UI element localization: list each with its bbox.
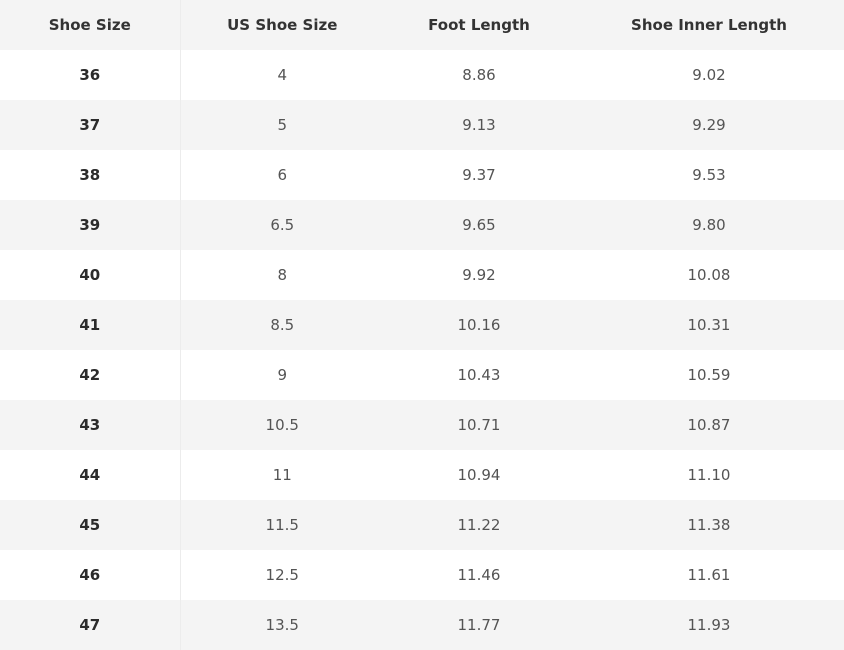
cell-us-shoe-size: 11 — [180, 450, 384, 500]
cell-shoe-size: 37 — [0, 100, 181, 150]
cell-foot-length: 11.46 — [384, 550, 574, 600]
header-us-shoe-size: US Shoe Size — [180, 0, 384, 50]
cell-foot-length: 11.77 — [384, 600, 574, 650]
table-row: 37 5 9.13 9.29 — [0, 100, 844, 150]
cell-foot-length: 9.13 — [384, 100, 574, 150]
cell-foot-length: 10.71 — [384, 400, 574, 450]
cell-foot-length: 10.43 — [384, 350, 574, 400]
table-row: 44 11 10.94 11.10 — [0, 450, 844, 500]
cell-foot-length: 11.22 — [384, 500, 574, 550]
cell-shoe-inner-length: 11.93 — [574, 600, 844, 650]
cell-shoe-inner-length: 9.29 — [574, 100, 844, 150]
cell-us-shoe-size: 8 — [180, 250, 384, 300]
table-row: 40 8 9.92 10.08 — [0, 250, 844, 300]
cell-us-shoe-size: 9 — [180, 350, 384, 400]
table-row: 36 4 8.86 9.02 — [0, 50, 844, 100]
cell-foot-length: 9.92 — [384, 250, 574, 300]
table-row: 45 11.5 11.22 11.38 — [0, 500, 844, 550]
cell-us-shoe-size: 6 — [180, 150, 384, 200]
cell-us-shoe-size: 6.5 — [180, 200, 384, 250]
cell-foot-length: 9.65 — [384, 200, 574, 250]
table-row: 46 12.5 11.46 11.61 — [0, 550, 844, 600]
cell-shoe-inner-length: 9.02 — [574, 50, 844, 100]
cell-shoe-inner-length: 10.31 — [574, 300, 844, 350]
cell-us-shoe-size: 13.5 — [180, 600, 384, 650]
cell-shoe-inner-length: 10.87 — [574, 400, 844, 450]
cell-shoe-size: 43 — [0, 400, 181, 450]
cell-shoe-size: 41 — [0, 300, 181, 350]
table-header-row: Shoe Size US Shoe Size Foot Length Shoe … — [0, 0, 844, 50]
cell-shoe-inner-length: 9.80 — [574, 200, 844, 250]
cell-us-shoe-size: 4 — [180, 50, 384, 100]
cell-shoe-size: 38 — [0, 150, 181, 200]
cell-shoe-size: 36 — [0, 50, 181, 100]
cell-shoe-inner-length: 10.08 — [574, 250, 844, 300]
cell-us-shoe-size: 5 — [180, 100, 384, 150]
cell-shoe-size: 40 — [0, 250, 181, 300]
table-row: 47 13.5 11.77 11.93 — [0, 600, 844, 650]
cell-us-shoe-size: 10.5 — [180, 400, 384, 450]
cell-shoe-size: 45 — [0, 500, 181, 550]
table-row: 38 6 9.37 9.53 — [0, 150, 844, 200]
cell-us-shoe-size: 11.5 — [180, 500, 384, 550]
cell-foot-length: 10.16 — [384, 300, 574, 350]
cell-shoe-inner-length: 11.61 — [574, 550, 844, 600]
header-shoe-size: Shoe Size — [0, 0, 181, 50]
cell-shoe-size: 46 — [0, 550, 181, 600]
header-foot-length: Foot Length — [384, 0, 574, 50]
cell-shoe-inner-length: 11.10 — [574, 450, 844, 500]
shoe-size-table: Shoe Size US Shoe Size Foot Length Shoe … — [0, 0, 844, 650]
cell-us-shoe-size: 12.5 — [180, 550, 384, 600]
cell-shoe-size: 44 — [0, 450, 181, 500]
cell-shoe-size: 39 — [0, 200, 181, 250]
table-row: 42 9 10.43 10.59 — [0, 350, 844, 400]
cell-shoe-size: 47 — [0, 600, 181, 650]
cell-foot-length: 9.37 — [384, 150, 574, 200]
cell-shoe-inner-length: 10.59 — [574, 350, 844, 400]
table-row: 41 8.5 10.16 10.31 — [0, 300, 844, 350]
cell-shoe-inner-length: 9.53 — [574, 150, 844, 200]
cell-foot-length: 8.86 — [384, 50, 574, 100]
header-shoe-inner-length: Shoe Inner Length — [574, 0, 844, 50]
table-row: 43 10.5 10.71 10.87 — [0, 400, 844, 450]
cell-shoe-size: 42 — [0, 350, 181, 400]
table-row: 39 6.5 9.65 9.80 — [0, 200, 844, 250]
cell-us-shoe-size: 8.5 — [180, 300, 384, 350]
cell-shoe-inner-length: 11.38 — [574, 500, 844, 550]
cell-foot-length: 10.94 — [384, 450, 574, 500]
